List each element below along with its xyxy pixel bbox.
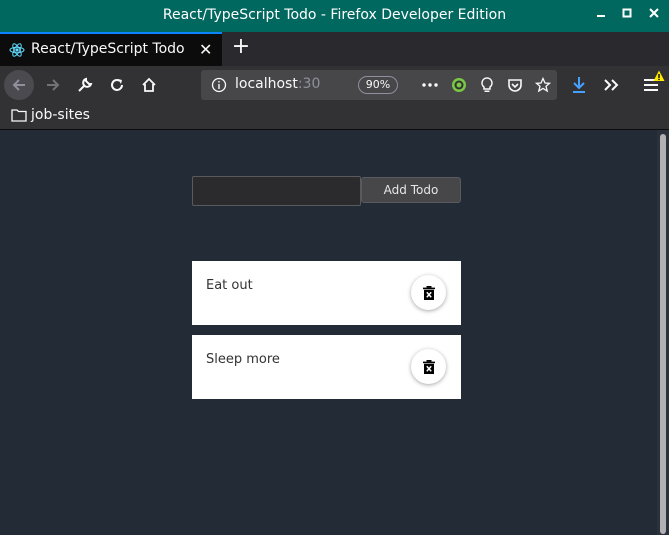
todo-text: Sleep more <box>206 352 280 367</box>
extension-button[interactable] <box>450 76 468 94</box>
react-icon <box>9 43 25 57</box>
wrench-icon <box>78 77 93 92</box>
maximize-icon <box>622 8 632 18</box>
bookmark-star-button[interactable] <box>534 76 552 94</box>
forward-button[interactable] <box>38 70 68 100</box>
info-icon[interactable] <box>211 77 227 93</box>
bookmark-label: job-sites <box>31 107 90 123</box>
forward-arrow-icon <box>47 79 60 91</box>
home-icon <box>142 77 156 92</box>
trash-icon <box>422 359 435 374</box>
bookmark-folder-job-sites[interactable]: job-sites <box>11 107 90 123</box>
minimize-button[interactable] <box>592 6 610 24</box>
back-arrow-icon <box>12 79 25 91</box>
folder-icon <box>11 109 27 122</box>
page-actions-button[interactable] <box>421 76 439 94</box>
chevron-double-right-icon <box>604 79 619 91</box>
zoom-indicator[interactable]: 90% <box>358 76 398 94</box>
window-title: React/TypeScript Todo - Firefox Develope… <box>162 7 507 23</box>
scrollbar-thumb[interactable] <box>660 134 666 534</box>
overflow-menu-button[interactable] <box>600 74 622 96</box>
url-text[interactable]: localhost:300 <box>235 76 321 92</box>
developer-tools-button[interactable] <box>70 70 100 100</box>
more-horizontal-icon <box>422 83 438 87</box>
todo-input[interactable] <box>192 176 361 206</box>
tab-label: React/TypeScript Todo <box>31 41 185 57</box>
todo-item: Eat out <box>192 261 461 325</box>
close-window-button[interactable] <box>645 6 663 24</box>
new-tab-button[interactable]: + <box>230 36 252 60</box>
home-button[interactable] <box>134 70 164 100</box>
tab-strip: React/TypeScript Todo ✕ + <box>0 32 669 66</box>
todo-item: Sleep more <box>192 335 461 399</box>
page-content: Add Todo Eat out Sleep more <box>0 130 669 535</box>
window-titlebar: React/TypeScript Todo - Firefox Develope… <box>0 0 669 32</box>
delete-todo-button[interactable] <box>411 349 446 384</box>
minimize-icon <box>597 15 605 17</box>
lightbulb-button[interactable] <box>478 76 496 94</box>
close-icon <box>649 8 659 18</box>
reload-button[interactable] <box>102 70 132 100</box>
todo-text: Eat out <box>206 278 253 293</box>
tab-react-typescript-todo[interactable]: React/TypeScript Todo ✕ <box>0 32 222 66</box>
downloads-button[interactable] <box>568 74 590 96</box>
delete-todo-button[interactable] <box>411 275 446 310</box>
back-button[interactable] <box>4 70 34 100</box>
pocket-icon <box>508 79 522 92</box>
reload-icon <box>111 79 123 91</box>
bookmarks-toolbar: job-sites <box>0 104 669 130</box>
extension-ring-icon <box>452 78 466 92</box>
tab-close-icon[interactable]: ✕ <box>199 40 212 59</box>
pocket-button[interactable] <box>506 76 524 94</box>
star-icon <box>535 77 551 93</box>
warning-icon <box>653 70 665 81</box>
vertical-scrollbar[interactable] <box>657 130 669 535</box>
add-todo-button[interactable]: Add Todo <box>361 177 461 203</box>
navigation-toolbar: localhost:300 90% <box>0 66 669 104</box>
trash-icon <box>422 285 435 300</box>
lightbulb-icon <box>481 77 493 92</box>
download-arrow-icon <box>573 77 585 93</box>
url-bar[interactable]: localhost:300 90% <box>201 70 557 100</box>
maximize-button[interactable] <box>618 6 636 24</box>
